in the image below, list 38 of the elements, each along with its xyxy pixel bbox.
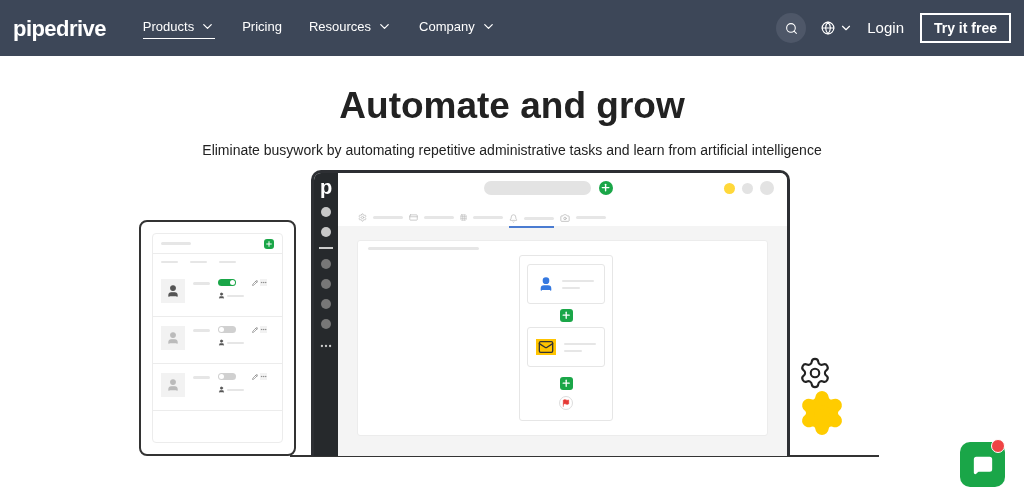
person-icon <box>538 276 554 292</box>
avatar-icon <box>161 279 185 303</box>
person-icon <box>218 386 225 393</box>
login-link[interactable]: Login <box>867 16 904 40</box>
card-icon <box>409 213 418 222</box>
hero-subtitle: Eliminate busywork by automating repetitive administrative tasks and learn from artificial intelligence <box>201 141 823 160</box>
avatar-icon <box>161 373 185 397</box>
pencil-icon <box>252 326 258 333</box>
search-icon <box>784 21 798 35</box>
add-icon <box>559 309 573 322</box>
chat-icon <box>972 454 993 475</box>
app-logo: p <box>319 177 333 197</box>
grid-icon <box>460 214 467 221</box>
pencil-icon <box>252 279 258 286</box>
nav-link[interactable]: Company <box>419 16 496 40</box>
nav-link[interactable]: Pricing <box>242 16 282 40</box>
chat-button[interactable] <box>960 442 1005 487</box>
more-icon <box>260 326 267 333</box>
envelope-icon <box>536 339 556 355</box>
try-it-free-button[interactable]: Try it free <box>919 13 1011 43</box>
globe-icon <box>821 21 836 35</box>
add-icon <box>264 238 274 249</box>
person-icon <box>218 292 225 299</box>
hero-title: Automate and grow <box>338 84 686 128</box>
avatar-icon <box>760 181 774 195</box>
pencil-icon <box>252 373 258 380</box>
camera-icon <box>560 212 570 223</box>
search-button[interactable] <box>776 13 807 43</box>
brand-logo[interactable]: pipedrive <box>13 11 106 45</box>
bell-icon <box>509 214 518 223</box>
avatar-icon <box>161 326 185 350</box>
nav-link[interactable]: Resources <box>308 16 393 40</box>
more-icon <box>260 279 267 286</box>
more-icon <box>260 373 267 380</box>
person-icon <box>218 339 225 346</box>
add-icon <box>599 181 613 195</box>
nav-link[interactable]: Products <box>142 16 216 40</box>
add-icon <box>559 377 573 390</box>
